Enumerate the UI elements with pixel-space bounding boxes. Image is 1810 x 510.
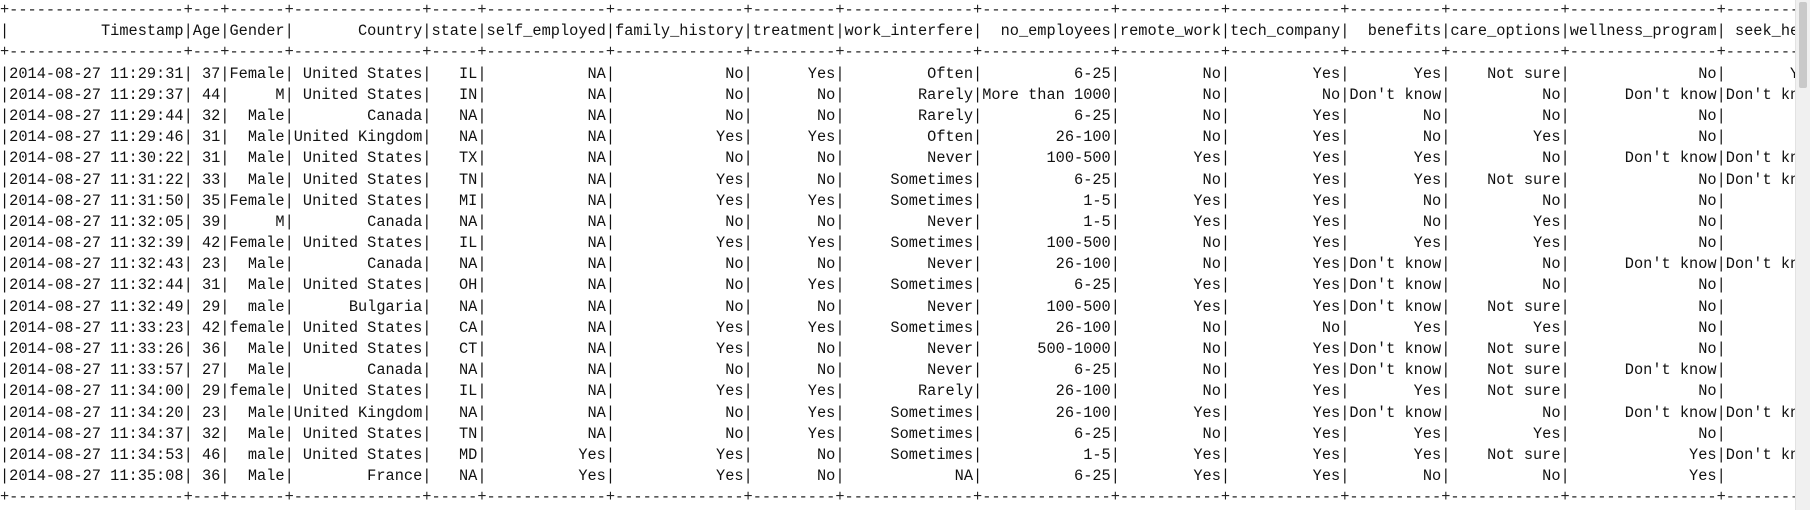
table-row: |2014-08-27 11:32:44| 31| Male| United S… [0, 276, 1796, 295]
table-row: |2014-08-27 11:31:22| 33| Male| United S… [0, 170, 1796, 189]
table-row: |2014-08-27 11:29:46| 31| Male|United Ki… [0, 128, 1796, 147]
table-row: |2014-08-27 11:33:26| 36| Male| United S… [0, 340, 1796, 358]
table-row: |2014-08-27 11:35:08| 36| Male| France| … [0, 467, 1796, 486]
table-row: |2014-08-27 11:33:57| 27| Male| Canada| … [0, 361, 1796, 380]
table-row: |2014-08-27 11:29:37| 44| M| United Stat… [0, 85, 1796, 104]
table-row: |2014-08-27 11:34:00| 29|female| United … [0, 382, 1796, 401]
scrollbar-thumb[interactable] [1799, 2, 1807, 88]
dataframe-table: +-------------------+---+------+--------… [0, 0, 1796, 509]
table-border-top: +-------------------+---+------+--------… [0, 1, 1796, 19]
table-row: |2014-08-27 11:31:50| 35|Female| United … [0, 191, 1796, 210]
table-row: |2014-08-27 11:34:53| 46| male| United S… [0, 445, 1796, 464]
table-row: |2014-08-27 11:32:49| 29| male| Bulgaria… [0, 297, 1796, 316]
table-row: |2014-08-27 11:32:39| 42|Female| United … [0, 234, 1796, 253]
table-header-separator: +-------------------+---+------+--------… [0, 43, 1796, 62]
table-header-row: | Timestamp|Age|Gender| Country|state|se… [0, 22, 1796, 41]
table-row: |2014-08-27 11:34:37| 32| Male| United S… [0, 424, 1796, 443]
table-row: |2014-08-27 11:32:43| 23| Male| Canada| … [0, 255, 1796, 274]
table-row: |2014-08-27 11:34:20| 23| Male|United Ki… [0, 403, 1796, 422]
table-row: |2014-08-27 11:29:44| 32| Male| Canada| … [0, 106, 1796, 125]
table-border-bottom: +-------------------+---+------+--------… [0, 488, 1796, 507]
table-row: |2014-08-27 11:29:31| 37|Female| United … [0, 64, 1796, 83]
vertical-scrollbar[interactable] [1795, 0, 1810, 510]
console-output: +-------------------+---+------+--------… [0, 0, 1796, 510]
table-row: |2014-08-27 11:30:22| 31| Male| United S… [0, 149, 1796, 168]
table-row: |2014-08-27 11:33:23| 42|female| United … [0, 318, 1796, 337]
table-row: |2014-08-27 11:32:05| 39| M| Canada| NA|… [0, 212, 1796, 231]
